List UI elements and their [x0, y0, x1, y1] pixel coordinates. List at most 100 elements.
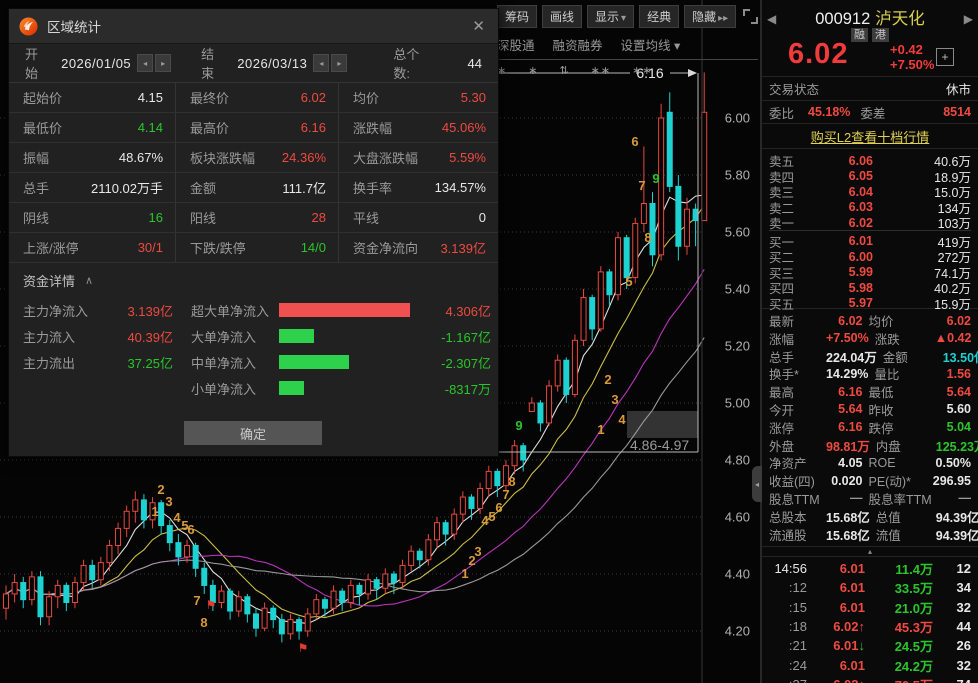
end-date-value[interactable]: 2026/03/13	[237, 56, 307, 71]
detail-value: —	[826, 491, 869, 505]
detail-value: 1.56	[934, 367, 971, 381]
order-price: 5.98	[803, 281, 887, 295]
svg-text:1: 1	[151, 504, 158, 519]
tick-row: :276.02↑70.5万74	[769, 675, 971, 683]
tick-volume: 45.3万	[865, 617, 939, 636]
order-volume: 103万	[887, 213, 971, 232]
detail-label: 流值	[876, 525, 936, 544]
order-book-row[interactable]: 卖四6.0518.9万	[769, 167, 971, 183]
toolbar-button-画线[interactable]: 画线	[542, 5, 582, 28]
svg-text:4.40: 4.40	[725, 567, 750, 582]
order-book-row[interactable]: 买四5.9840.2万	[769, 278, 971, 294]
order-book-row[interactable]: 卖三6.0415.0万	[769, 182, 971, 198]
statistic-label: 最高价	[190, 118, 229, 137]
detail-label: 金额	[883, 347, 943, 366]
statistic-value: 4.14	[138, 120, 163, 135]
order-book: 卖五6.0640.6万卖四6.0518.9万卖三6.0415.0万卖二6.031…	[762, 149, 978, 309]
tick-price: 6.01	[811, 658, 865, 673]
weibi-label: 委比	[769, 103, 794, 122]
start-date-value[interactable]: 2026/01/05	[61, 56, 131, 71]
tick-volume: 24.5万	[865, 636, 939, 655]
detail-label: 昨收	[869, 400, 929, 419]
statistic-value: 6.16	[301, 120, 326, 135]
detail-label: 换手*	[769, 364, 826, 383]
fullscreen-icon[interactable]	[743, 9, 758, 24]
statistic-cell: 最终价6.02	[175, 83, 338, 112]
end-date-prev-button[interactable]: ◂	[313, 54, 329, 72]
dialog-titlebar[interactable]: 区域统计 ✕	[9, 9, 498, 44]
detail-value: 125.23万	[936, 436, 978, 455]
order-book-row[interactable]: 买五5.9715.9万	[769, 294, 971, 310]
collapse-chevron-icon[interactable]: ∧	[85, 274, 93, 287]
svg-text:4.60: 4.60	[725, 510, 750, 525]
detail-row: 今开5.64昨收5.60	[769, 400, 971, 418]
add-to-watchlist-button[interactable]: +	[936, 48, 954, 66]
toolbar-button-隐藏[interactable]: 隐藏▸▸	[684, 5, 736, 28]
fund-flow-bar	[279, 303, 410, 317]
order-book-row[interactable]: 买一6.01419万	[769, 232, 971, 248]
fund-flow-bar	[279, 329, 314, 343]
tick-volume: 21.0万	[865, 598, 939, 617]
tick-volume: 11.4万	[865, 559, 939, 578]
tick-count: 32	[939, 600, 971, 615]
confirm-button[interactable]: 确定	[184, 421, 322, 445]
tick-price: 6.01	[811, 580, 865, 595]
svg-text:4: 4	[173, 510, 181, 525]
svg-text:8: 8	[508, 474, 515, 489]
svg-text:7: 7	[502, 487, 509, 502]
start-date-next-button[interactable]: ▸	[155, 54, 171, 72]
tick-time: :18	[769, 619, 811, 634]
toolbar-button-筹码[interactable]: 筹码	[497, 5, 537, 28]
quote-detail-grid: 最新6.02均价6.02涨幅+7.50%涨跌▲0.42总手224.04万金额13…	[762, 309, 978, 547]
statistic-cell: 平线0	[338, 203, 498, 232]
toolbar-button-经典[interactable]: 经典	[639, 5, 679, 28]
detail-label: 净资产	[769, 453, 826, 472]
fund-bar-value: -2.307亿	[441, 353, 491, 372]
svg-text:5.00: 5.00	[725, 396, 750, 411]
l2-quote-link[interactable]: 购买L2查看十档行情	[811, 127, 929, 146]
fund-bar-row: 超大单净流入4.306亿	[191, 297, 491, 323]
total-count-label: 总个数:	[393, 44, 429, 82]
order-book-row[interactable]: 卖二6.03134万	[769, 198, 971, 214]
statistic-label: 资金净流向	[353, 238, 418, 257]
end-date-next-button[interactable]: ▸	[331, 54, 347, 72]
quote-header: ◀ ▶ 000912泸天化 融港 6.02 +0.42 +7.50% +	[762, 0, 978, 76]
start-date-prev-button[interactable]: ◂	[137, 54, 153, 72]
svg-text:5: 5	[625, 274, 632, 289]
total-count-value: 44	[468, 56, 482, 71]
order-book-row[interactable]: 买二6.00272万	[769, 247, 971, 263]
fund-detail-section: 主力净流入3.139亿主力流入40.39亿主力流出37.25亿 超大单净流入4.…	[9, 295, 498, 403]
svg-text:4.20: 4.20	[725, 624, 750, 639]
panel-collapse-handle[interactable]: ◂	[752, 466, 762, 502]
tick-time: :24	[769, 658, 811, 673]
fund-value: 3.139亿	[109, 301, 173, 320]
fund-flow-bar	[279, 355, 349, 369]
toolbar-menu-item[interactable]: 深股通	[497, 35, 535, 54]
button-arrow-icon: ▸▸	[718, 13, 728, 24]
panel-section-divider[interactable]: ▴	[762, 547, 978, 557]
statistic-label: 均价	[353, 88, 379, 107]
order-book-row[interactable]: 卖五6.0640.6万	[769, 151, 971, 167]
detail-value: 296.95	[929, 474, 972, 488]
trading-status-label: 交易状态	[769, 79, 819, 98]
svg-text:⚑: ⚑	[298, 641, 309, 655]
order-price: 6.01	[803, 234, 887, 248]
close-icon[interactable]: ✕	[469, 17, 488, 35]
toolbar-button-显示[interactable]: 显示▾	[587, 5, 634, 28]
order-level-label: 卖一	[769, 213, 803, 232]
tick-count: 34	[939, 580, 971, 595]
svg-text:6: 6	[495, 500, 502, 515]
svg-text:7: 7	[193, 593, 200, 608]
toolbar-menu-item[interactable]: 融资融券	[553, 35, 603, 54]
detail-label: 涨跌	[875, 329, 935, 348]
svg-text:4.80: 4.80	[725, 453, 750, 468]
detail-value: 98.81万	[826, 436, 876, 455]
statistic-value: 4.15	[138, 90, 163, 105]
tick-count: 74	[939, 677, 971, 683]
fund-detail-header[interactable]: 资金详情 ∧	[9, 265, 498, 295]
statistic-label: 大盘涨跌幅	[353, 148, 418, 167]
change-value: +0.42	[890, 42, 934, 57]
toolbar-menu-item[interactable]: 设置均线 ▾	[621, 35, 681, 54]
order-book-row[interactable]: 卖一6.02103万	[769, 213, 971, 229]
order-book-row[interactable]: 买三5.9974.1万	[769, 263, 971, 279]
